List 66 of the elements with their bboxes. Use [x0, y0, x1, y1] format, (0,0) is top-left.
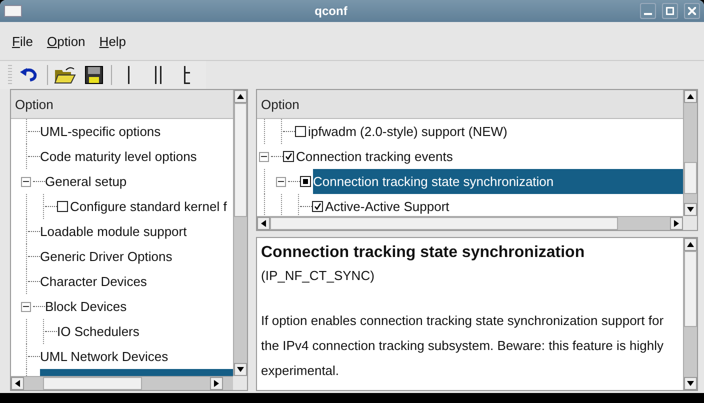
- menu-item[interactable]: Help: [99, 34, 126, 48]
- tree-item[interactable]: UML Network Devices: [40, 344, 233, 369]
- checkbox[interactable]: [312, 201, 323, 212]
- scroll-right-icon[interactable]: [214, 380, 220, 387]
- menu-item[interactable]: Option: [46, 34, 86, 48]
- vertical-scrollbar[interactable]: [233, 90, 247, 376]
- tree-item[interactable]: UML-specific options: [40, 119, 233, 144]
- scroll-left-icon[interactable]: [15, 380, 20, 387]
- help-title: Connection tracking state synchronization: [261, 244, 586, 262]
- scrollbar-thumb[interactable]: [234, 103, 247, 218]
- window-title: qconf: [314, 4, 348, 18]
- tree-item[interactable]: Active-Active Support: [325, 194, 683, 216]
- collapse-icon[interactable]: [276, 176, 286, 186]
- maximize-icon: [666, 7, 674, 15]
- close-button[interactable]: [684, 3, 700, 19]
- filled-square-icon: [303, 179, 308, 184]
- checkbox[interactable]: [57, 201, 68, 212]
- tree-item[interactable]: Code maturity level options: [40, 144, 233, 169]
- checkmark-icon: [285, 153, 292, 160]
- symbol-name: (IP_NF_CT_SYNC): [261, 268, 376, 283]
- scroll-up-icon[interactable]: [237, 94, 244, 99]
- tree-view-icon: [182, 66, 191, 84]
- scrollbar-thumb[interactable]: [270, 217, 618, 230]
- maximize-button[interactable]: [662, 3, 678, 19]
- column-header[interactable]: Option: [257, 90, 683, 119]
- menu-item[interactable]: File: [12, 34, 33, 48]
- scroll-up-icon[interactable]: [687, 94, 694, 99]
- vertical-scrollbar[interactable]: [683, 90, 697, 216]
- vertical-scrollbar[interactable]: [683, 238, 697, 390]
- tree-item[interactable]: Connection tracking state synchronization: [313, 169, 683, 194]
- checkbox[interactable]: [295, 126, 306, 137]
- window-icon: [4, 5, 22, 17]
- scroll-down-icon[interactable]: [687, 207, 694, 212]
- scroll-right-icon[interactable]: [674, 220, 679, 227]
- tree-item[interactable]: Configure standard kernel f: [70, 194, 233, 219]
- save-button[interactable]: [82, 63, 105, 87]
- scrollbar-corner: [683, 216, 697, 230]
- horizontal-scrollbar[interactable]: [257, 216, 683, 230]
- split-view-icon: [154, 66, 162, 84]
- scrollbar-thumb[interactable]: [684, 162, 697, 194]
- scroll-down-icon[interactable]: [237, 367, 244, 372]
- tree-item[interactable]: ipfwadm (2.0-style) support (NEW): [308, 119, 683, 144]
- tree-item[interactable]: Loadable module support: [40, 219, 233, 244]
- tree-item[interactable]: Character Devices: [40, 269, 233, 294]
- scroll-down-icon[interactable]: [687, 381, 694, 386]
- tree-item[interactable]: General setup: [45, 169, 233, 194]
- tree-item[interactable]: Generic Driver Options: [40, 244, 233, 269]
- tree-item[interactable]: Connection tracking events: [296, 144, 683, 169]
- scrollbar-thumb[interactable]: [43, 377, 142, 390]
- scroll-up-icon[interactable]: [687, 242, 694, 247]
- collapse-icon[interactable]: [21, 176, 31, 186]
- checkbox[interactable]: [283, 151, 294, 162]
- close-icon: [688, 7, 696, 15]
- column-header[interactable]: Option: [11, 90, 233, 119]
- horizontal-scrollbar[interactable]: [11, 376, 233, 390]
- scrollbar-corner: [233, 376, 247, 390]
- checkbox[interactable]: [300, 176, 311, 187]
- scroll-left-icon[interactable]: [261, 220, 266, 227]
- minimize-button[interactable]: [640, 3, 656, 19]
- collapse-icon[interactable]: [259, 152, 269, 162]
- tree-item[interactable]: IO Schedulers: [57, 319, 233, 344]
- collapse-icon[interactable]: [21, 302, 31, 312]
- scrollbar-thumb[interactable]: [684, 251, 697, 328]
- tree-item[interactable]: Block Devices: [45, 294, 233, 319]
- checkmark-icon: [314, 203, 321, 210]
- help-text: If option enables connection tracking state synchronization support for the IPv4 connection tracking subsystem. Beware: this feature is highly experimental.: [261, 312, 665, 380]
